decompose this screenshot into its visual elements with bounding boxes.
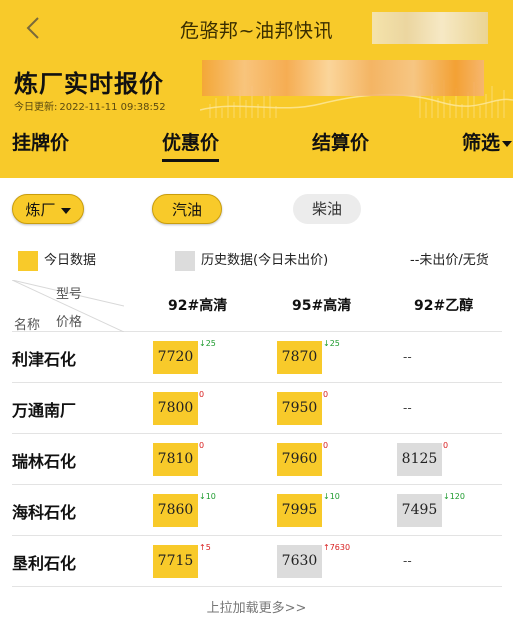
table-corner: 型号 价格 名称 bbox=[12, 280, 124, 333]
price-cell: 7995 ↓10 bbox=[277, 492, 340, 527]
refinery-name: 海科石化 bbox=[12, 503, 77, 522]
price-cell: -- bbox=[397, 545, 412, 578]
tab-bar: 挂牌价 优惠价 结算价 筛选 bbox=[0, 128, 513, 168]
corner-type-label: 型号 bbox=[56, 287, 83, 302]
price-change: 0 bbox=[323, 441, 329, 450]
no-price: -- bbox=[403, 554, 412, 568]
price-value: 7800 bbox=[153, 392, 198, 425]
legend-none: --未出价/无货 bbox=[410, 253, 489, 268]
price-value: 7495 bbox=[397, 494, 442, 527]
update-label: 今日更新: bbox=[14, 102, 58, 113]
price-cell: 7810 0 bbox=[153, 441, 204, 476]
price-change: 0 bbox=[323, 390, 329, 399]
price-cell: 7715 ↑5 bbox=[153, 543, 211, 578]
legend-today: 今日数据 bbox=[18, 250, 96, 272]
diesel-chip[interactable]: 柴油 bbox=[293, 194, 361, 224]
price-cell: 7960 0 bbox=[277, 441, 328, 476]
price-value: 7630 bbox=[277, 545, 322, 578]
price-change: 0 bbox=[199, 390, 205, 399]
table-row[interactable]: 垦利石化 7715 ↑5 7630 ↑7630 -- bbox=[12, 536, 502, 587]
update-timestamp: 2022-11-11 09:38:52 bbox=[59, 102, 166, 113]
price-change: ↑5 bbox=[199, 543, 211, 552]
no-price: -- bbox=[403, 401, 412, 415]
column-header: 95#高清 bbox=[292, 298, 352, 314]
filter-bar: 炼厂 汽油 柴油 bbox=[0, 178, 513, 240]
column-header: 92#乙醇 bbox=[414, 298, 474, 314]
price-cell: 7495 ↓120 bbox=[397, 492, 465, 527]
price-cell: 8125 0 bbox=[397, 441, 448, 476]
refinery-name: 万通南厂 bbox=[12, 401, 77, 420]
legend-today-label: 今日数据 bbox=[44, 253, 97, 268]
price-cell: 7870 ↓25 bbox=[277, 339, 340, 374]
refinery-name: 瑞林石化 bbox=[12, 452, 77, 471]
price-change: 0 bbox=[443, 441, 449, 450]
price-change: ↓10 bbox=[323, 492, 340, 501]
update-time: 今日更新: 2022-11-11 09:38:52 bbox=[14, 98, 166, 113]
price-cell: 7720 ↓25 bbox=[153, 339, 216, 374]
header: 危骆邦~油邦快讯 炼厂实时报价 今日更新: 2022-11-11 09:38:52 bbox=[0, 0, 513, 178]
price-value: 7950 bbox=[277, 392, 322, 425]
price-change: 0 bbox=[199, 441, 205, 450]
table-body: 利津石化 7720 ↓25 7870 ↓25 -- 万通南厂 7800 0 7950 0 -- 瑞林石化… bbox=[12, 332, 502, 587]
blurred-region bbox=[372, 12, 488, 44]
tab-listed-price[interactable]: 挂牌价 bbox=[12, 128, 69, 162]
price-cell: 7950 0 bbox=[277, 390, 328, 425]
legend-history-label: 历史数据(今日未出价) bbox=[201, 253, 329, 268]
corner-name-label: 名称 bbox=[14, 318, 41, 333]
price-cell: 7860 ↓10 bbox=[153, 492, 216, 527]
tab-settlement-price[interactable]: 结算价 bbox=[312, 128, 369, 162]
refinery-dropdown[interactable]: 炼厂 bbox=[12, 194, 84, 224]
no-price: -- bbox=[403, 350, 412, 364]
caret-down-icon bbox=[60, 207, 71, 214]
price-value: 8125 bbox=[397, 443, 442, 476]
price-cell: -- bbox=[397, 341, 412, 374]
price-change: ↓25 bbox=[323, 339, 340, 348]
legend: 今日数据 历史数据(今日未出价) --未出价/无货 bbox=[0, 246, 513, 276]
legend-history: 历史数据(今日未出价) bbox=[175, 250, 328, 272]
page: 危骆邦~油邦快讯 炼厂实时报价 今日更新: 2022-11-11 09:38:52 bbox=[0, 0, 513, 622]
caret-down-icon bbox=[502, 140, 513, 147]
table-row[interactable]: 利津石化 7720 ↓25 7870 ↓25 -- bbox=[12, 332, 502, 383]
price-change: ↓120 bbox=[443, 492, 465, 501]
table-header: 型号 价格 名称 92#高清 95#高清 92#乙醇 bbox=[12, 280, 502, 333]
price-cell: -- bbox=[397, 392, 412, 425]
page-title: 炼厂实时报价 bbox=[14, 70, 164, 98]
price-change: ↓25 bbox=[199, 339, 216, 348]
price-value: 7810 bbox=[153, 443, 198, 476]
blurred-region bbox=[202, 60, 484, 96]
load-more[interactable]: 上拉加载更多>> bbox=[0, 597, 513, 616]
column-header: 92#高清 bbox=[168, 298, 228, 314]
price-value: 7960 bbox=[277, 443, 322, 476]
refinery-name: 利津石化 bbox=[12, 350, 77, 369]
gasoline-chip[interactable]: 汽油 bbox=[152, 194, 222, 224]
tab-filter-label: 筛选 bbox=[462, 132, 501, 154]
price-value: 7720 bbox=[153, 341, 198, 374]
price-change: ↑7630 bbox=[323, 543, 351, 552]
refinery-name: 垦利石化 bbox=[12, 554, 77, 573]
price-cell: 7630 ↑7630 bbox=[277, 543, 350, 578]
table-row[interactable]: 海科石化 7860 ↓10 7995 ↓10 7495 ↓120 bbox=[12, 485, 502, 536]
price-change: ↓10 bbox=[199, 492, 216, 501]
top-bar: 危骆邦~油邦快讯 bbox=[0, 0, 513, 56]
price-value: 7860 bbox=[153, 494, 198, 527]
table-row[interactable]: 瑞林石化 7810 0 7960 0 8125 0 bbox=[12, 434, 502, 485]
refinery-dropdown-label: 炼厂 bbox=[25, 201, 56, 219]
legend-swatch-today bbox=[18, 250, 38, 271]
price-cell: 7800 0 bbox=[153, 390, 204, 425]
tab-discount-price[interactable]: 优惠价 bbox=[162, 128, 220, 162]
tab-filter[interactable]: 筛选 bbox=[462, 128, 513, 162]
price-table: 型号 价格 名称 92#高清 95#高清 92#乙醇 利津石化 7720 ↓25 78… bbox=[12, 280, 502, 587]
legend-swatch-history bbox=[175, 250, 195, 271]
corner-price-label: 价格 bbox=[56, 315, 83, 330]
price-value: 7715 bbox=[153, 545, 198, 578]
table-row[interactable]: 万通南厂 7800 0 7950 0 -- bbox=[12, 383, 502, 434]
price-value: 7995 bbox=[277, 494, 322, 527]
price-value: 7870 bbox=[277, 341, 322, 374]
